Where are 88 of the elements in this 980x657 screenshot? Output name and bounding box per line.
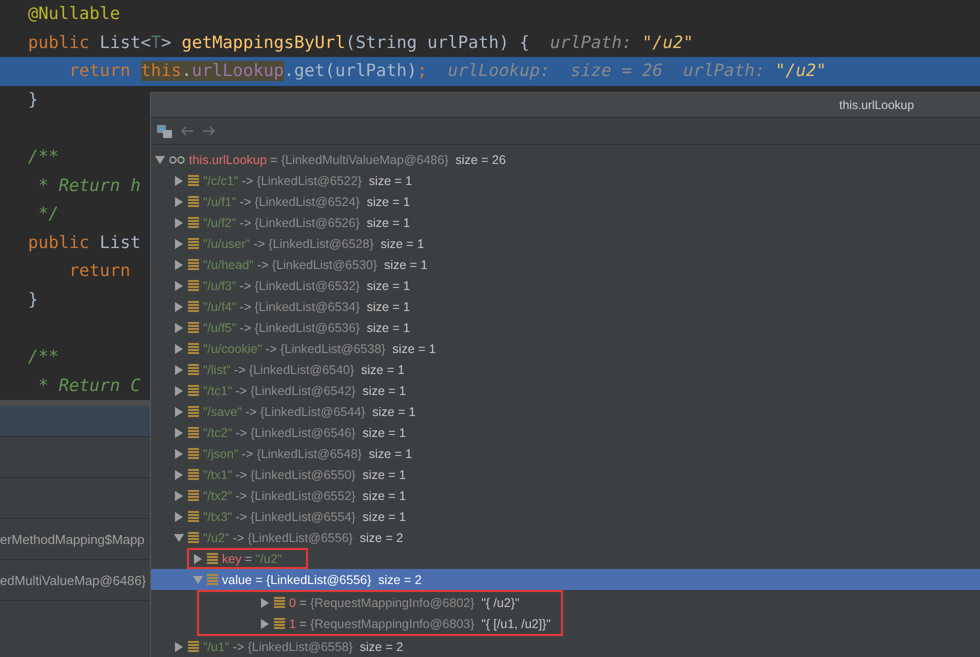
tree-item-label: "/u2" -> {LinkedList@6556} size = 2 xyxy=(203,530,404,544)
glasses-icon xyxy=(169,156,185,164)
collapse-caret-icon[interactable] xyxy=(155,154,165,164)
field-icon xyxy=(274,618,285,629)
expand-caret-icon[interactable] xyxy=(193,554,203,564)
field-icon xyxy=(188,217,199,228)
expand-caret-icon[interactable] xyxy=(174,238,184,248)
watch-icon[interactable] xyxy=(157,124,172,138)
tree-item-label: "/json" -> {LinkedList@6548} size = 1 xyxy=(203,446,412,460)
code-line: @Nullable xyxy=(28,3,120,26)
expand-caret-icon[interactable] xyxy=(174,428,184,438)
field-icon xyxy=(207,553,218,564)
expand-caret-icon[interactable] xyxy=(174,302,184,312)
field-icon xyxy=(188,641,199,652)
field-icon xyxy=(188,532,199,543)
code-line: public List<T> getMappingsByUrl(String urlPath) { urlPath: "/u2" xyxy=(28,32,694,54)
tree-item-label: "/u/f5" -> {LinkedList@6536} size = 1 xyxy=(203,320,410,334)
field-icon xyxy=(188,238,199,249)
tree-item-label: "/c/c1" -> {LinkedList@6522} size = 1 xyxy=(203,174,412,188)
tree-item-label: "/save" -> {LinkedList@6544} size = 1 xyxy=(203,404,416,418)
tree-item-label: "/tx1" -> {LinkedList@6550} size = 1 xyxy=(203,468,406,482)
tree-item-label: value = {LinkedList@6556} size = 2 xyxy=(222,572,422,586)
tree-item-label: key = "/u2" xyxy=(222,552,282,566)
tree-item-label: "/u/cookie" -> {LinkedList@6538} size = 1 xyxy=(203,342,436,356)
expand-caret-icon[interactable] xyxy=(174,406,184,416)
tree-item-label: "/tc2" -> {LinkedList@6546} size = 1 xyxy=(203,426,406,440)
field-icon xyxy=(188,364,199,375)
expand-caret-icon[interactable] xyxy=(174,490,184,500)
field-icon xyxy=(188,280,199,291)
expand-caret-icon[interactable] xyxy=(174,386,184,396)
code-line: * Return C xyxy=(37,374,141,397)
code-line: return xyxy=(68,260,130,282)
code-line: /** xyxy=(28,146,59,168)
field-icon xyxy=(188,385,199,396)
tree-item-label: "/tc1" -> {LinkedList@6542} size = 1 xyxy=(203,384,406,398)
field-icon xyxy=(188,343,199,354)
popup-title: this.urlLookup xyxy=(839,98,914,112)
code-line: */ xyxy=(37,203,59,226)
code-line: * Return h xyxy=(37,174,141,197)
selected-tree-row[interactable]: value = {LinkedList@6556} size = 2 xyxy=(151,569,980,590)
code-line: } xyxy=(28,89,38,112)
expand-caret-icon[interactable] xyxy=(174,260,184,270)
tree-item-label: "/u1" -> {LinkedList@6558} size = 2 xyxy=(203,640,404,654)
field-icon xyxy=(188,175,199,186)
field-icon xyxy=(188,406,199,417)
expand-caret-icon[interactable] xyxy=(174,448,184,458)
variable-text: edMultiValueMap@6486} xyxy=(0,572,146,588)
expand-caret-icon[interactable] xyxy=(174,280,184,290)
field-icon xyxy=(188,322,199,333)
expand-caret-icon[interactable] xyxy=(260,598,270,608)
field-icon xyxy=(188,469,199,480)
code-line: public List xyxy=(28,232,141,254)
tree-item-label: "/tx2" -> {LinkedList@6552} size = 1 xyxy=(203,488,406,502)
field-icon xyxy=(188,448,199,459)
expand-caret-icon[interactable] xyxy=(174,322,184,332)
field-icon xyxy=(188,490,199,501)
expand-caret-icon[interactable] xyxy=(174,512,184,522)
tree-item-label: "/u/user" -> {LinkedList@6528} size = 1 xyxy=(203,236,424,250)
variable-text: erMethodMapping$Mapp xyxy=(0,532,145,546)
tree-item-label: this.urlLookup = {LinkedMultiValueMap@6486} size = 26 xyxy=(189,152,506,166)
tree-item-label: "/u/head" -> {LinkedList@6530} size = 1 xyxy=(203,258,428,272)
expand-caret-icon[interactable] xyxy=(174,196,184,206)
tree-item-label: 0 = {RequestMappingInfo@6802} "{ /u2}" xyxy=(289,596,520,610)
expand-caret-icon[interactable] xyxy=(174,176,184,186)
collapse-caret-icon[interactable] xyxy=(174,532,184,542)
expand-caret-icon[interactable] xyxy=(174,470,184,480)
expand-caret-icon[interactable] xyxy=(174,344,184,354)
tree-item-label: 1 = {RequestMappingInfo@6803} "{ [/u1, /u2]}" xyxy=(289,616,551,630)
tree-item-label: "/u/f3" -> {LinkedList@6532} size = 1 xyxy=(203,278,410,292)
field-icon xyxy=(188,427,199,438)
tree-item-label: "/u/f2" -> {LinkedList@6526} size = 1 xyxy=(203,216,410,230)
field-icon xyxy=(274,597,285,608)
code-line: /** xyxy=(28,346,59,368)
field-icon xyxy=(188,511,199,522)
expand-caret-icon[interactable] xyxy=(174,642,184,652)
tree-item-label: "/tx3" -> {LinkedList@6554} size = 1 xyxy=(203,510,406,524)
field-icon xyxy=(188,196,199,207)
tree-item-label: "/u/f4" -> {LinkedList@6534} size = 1 xyxy=(203,300,410,314)
expand-caret-icon[interactable] xyxy=(174,218,184,228)
tree-item-label: "/list" -> {LinkedList@6540} size = 1 xyxy=(203,362,405,376)
code-line: return this.urlLookup.get(urlPath); urlLookup: size = 26 urlPath: "/u2" xyxy=(68,60,826,82)
field-icon xyxy=(188,259,199,270)
expand-caret-icon[interactable] xyxy=(174,364,184,374)
field-icon xyxy=(207,574,218,585)
expand-caret-icon[interactable] xyxy=(260,618,270,628)
field-icon xyxy=(188,301,199,312)
code-line: } xyxy=(28,289,38,312)
tree-item-label: "/u/f1" -> {LinkedList@6524} size = 1 xyxy=(203,194,410,208)
